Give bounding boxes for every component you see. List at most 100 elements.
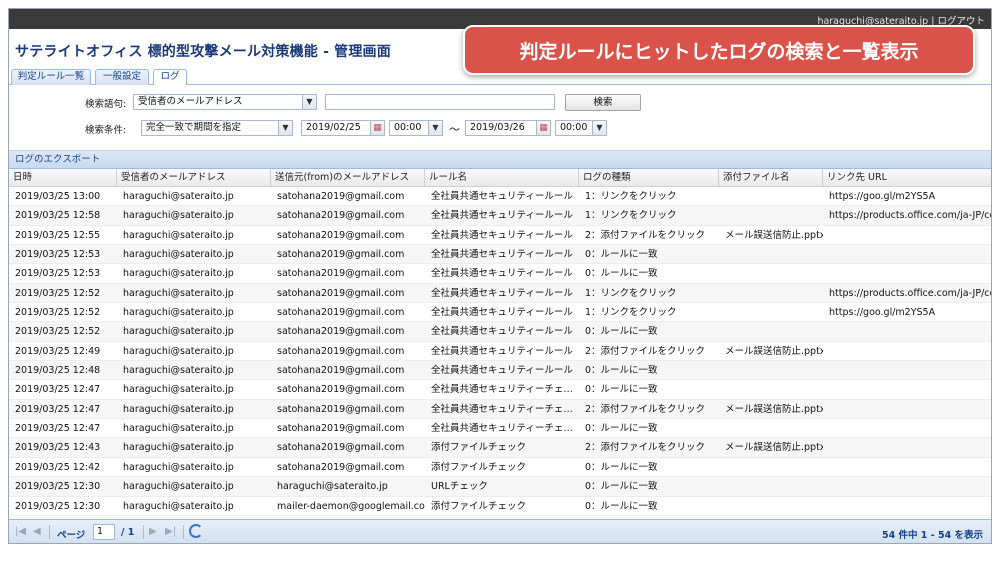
chevron-down-icon[interactable]: ▼ <box>592 121 606 135</box>
table-cell: 全社員共通セキュリティールール <box>431 307 573 319</box>
table-cell: satohana2019@gmail.com <box>277 210 405 222</box>
table-row[interactable]: 2019/03/25 12:58 haraguchi@sateraito.jp sa… <box>9 206 991 226</box>
table-cell: 全社員共通セキュリティールール <box>431 229 573 241</box>
pagination-info: 54 件中 1 - 54 を表示 <box>881 530 983 541</box>
table-cell: haraguchi@sateraito.jp <box>277 481 388 493</box>
table-cell: メール誤送信防止.pptx <box>725 229 823 241</box>
table-cell: 2019/03/25 12:53 <box>15 249 101 261</box>
table-cell <box>823 400 991 419</box>
calendar-icon[interactable]: ▦ <box>536 121 550 135</box>
table-cell: 全社員共通セキュリティーチェ… <box>431 423 573 435</box>
divider <box>183 525 184 539</box>
tab-log[interactable]: ログ <box>153 69 187 86</box>
table-cell: 2019/03/25 12:49 <box>15 345 101 357</box>
search-button[interactable]: 検索 <box>565 94 641 111</box>
table-cell: satohana2019@gmail.com <box>277 191 405 202</box>
table-cell: haraguchi@sateraito.jp <box>123 268 234 280</box>
next-page-icon[interactable]: ▶ <box>149 526 157 537</box>
table-cell: 2019/03/25 12:52 <box>15 287 101 299</box>
column-header[interactable]: ログの種類 <box>579 169 719 187</box>
time-to-value: 00:00 <box>560 122 588 133</box>
tab-general-settings[interactable]: 一般設定 <box>95 69 149 85</box>
table-cell <box>719 380 823 399</box>
table-row[interactable]: 2019/03/25 12:52 haraguchi@sateraito.jp sa… <box>9 322 991 342</box>
chevron-down-icon[interactable]: ▼ <box>278 121 292 135</box>
refresh-icon[interactable] <box>189 524 203 538</box>
table-row[interactable]: 2019/03/25 13:00 haraguchi@sateraito.jp sa… <box>9 187 991 207</box>
column-header[interactable]: リンク先 URL <box>823 169 991 187</box>
column-header[interactable]: 送信元(from)のメールアドレス <box>271 169 425 187</box>
callout-banner: 判定ルールにヒットしたログの検索と一覧表示 <box>463 25 975 75</box>
calendar-icon[interactable]: ▦ <box>370 121 384 135</box>
column-header[interactable]: 受信者のメールアドレス <box>117 169 271 187</box>
table-cell: mailer-daemon@googlemail.com <box>277 500 425 512</box>
table-cell: haraguchi@sateraito.jp <box>123 365 234 377</box>
time-to-select[interactable]: 00:00 ▼ <box>555 120 607 136</box>
time-from-select[interactable]: 00:00 ▼ <box>389 120 443 136</box>
column-header[interactable]: ルール名 <box>425 169 579 187</box>
table-cell <box>823 361 991 380</box>
table-cell: satohana2019@gmail.com <box>277 268 405 280</box>
table-row[interactable]: 2019/03/25 12:47 haraguchi@sateraito.jp sa… <box>9 380 991 400</box>
tab-rule-list[interactable]: 判定ルール一覧 <box>11 69 91 85</box>
condition-select[interactable]: 完全一致で期間を指定 ▼ <box>141 120 293 136</box>
table-cell: URLチェック <box>431 481 488 493</box>
page-number-input[interactable]: 1 <box>93 524 115 540</box>
column-header[interactable]: 日時 <box>9 169 117 187</box>
table-cell: satohana2019@gmail.com <box>277 365 405 377</box>
table-cell: 2：添付ファイルをクリック <box>585 345 706 357</box>
table-row[interactable]: 2019/03/25 12:43 haraguchi@sateraito.jp sa… <box>9 438 991 458</box>
table-cell <box>719 361 823 380</box>
table-row[interactable]: 2019/03/25 12:52 haraguchi@sateraito.jp sa… <box>9 303 991 323</box>
chevron-down-icon[interactable]: ▼ <box>428 121 442 135</box>
log-grid: 日時 受信者のメールアドレス 送信元(from)のメールアドレス ルール名 ログ… <box>9 169 991 519</box>
table-row[interactable]: 2019/03/25 12:55 haraguchi@sateraito.jp sa… <box>9 226 991 246</box>
table-row[interactable]: 2019/03/25 12:47 haraguchi@sateraito.jp sa… <box>9 399 991 420</box>
keyword-input[interactable] <box>325 94 555 110</box>
table-cell <box>719 497 823 516</box>
table-row[interactable]: 2019/03/25 12:49 haraguchi@sateraito.jp sa… <box>9 342 991 362</box>
column-header[interactable]: 添付ファイル名 <box>719 169 823 187</box>
table-cell: haraguchi@sateraito.jp <box>123 191 234 202</box>
table-cell <box>719 187 823 206</box>
table-row[interactable]: 2019/03/25 12:53 haraguchi@sateraito.jp sa… <box>9 264 991 284</box>
first-page-icon[interactable]: |◀ <box>15 526 26 537</box>
search-field-select[interactable]: 受信者のメールアドレス ▼ <box>133 94 317 110</box>
table-cell: haraguchi@sateraito.jp <box>123 442 234 454</box>
table-row[interactable]: 2019/03/25 12:48 haraguchi@sateraito.jp sa… <box>9 361 991 381</box>
table-cell: satohana2019@gmail.com <box>277 287 405 299</box>
table-cell: 0：ルールに一致 <box>585 326 658 338</box>
table-row[interactable]: 2019/03/25 12:42 haraguchi@sateraito.jp sa… <box>9 458 991 478</box>
table-cell: 全社員共通セキュリティーチェ… <box>431 403 573 415</box>
table-row[interactable]: 2019/03/25 12:53 haraguchi@sateraito.jp sa… <box>9 245 991 265</box>
table-cell <box>719 303 823 322</box>
date-from-field[interactable]: 2019/02/25 ▦ <box>301 120 385 136</box>
table-cell: haraguchi@sateraito.jp <box>123 384 234 396</box>
export-label[interactable]: ログのエクスポート <box>15 154 100 165</box>
table-cell <box>719 322 823 341</box>
table-row[interactable]: 2019/03/25 12:30 haraguchi@sateraito.jp ha… <box>9 477 991 497</box>
table-cell: satohana2019@gmail.com <box>277 345 405 357</box>
table-cell: 全社員共通セキュリティールール <box>431 345 573 357</box>
table-cell <box>823 264 991 283</box>
table-cell: https://goo.gl/m2YS5A <box>829 191 936 202</box>
table-cell: satohana2019@gmail.com <box>277 461 405 473</box>
table-cell: haraguchi@sateraito.jp <box>123 423 234 435</box>
last-page-icon[interactable]: ▶| <box>165 526 176 537</box>
table-cell: 全社員共通セキュリティーチェ… <box>431 384 573 396</box>
table-row[interactable]: 2019/03/25 12:47 haraguchi@sateraito.jp sa… <box>9 419 991 439</box>
table-row[interactable]: 2019/03/25 12:52 haraguchi@sateraito.jp sa… <box>9 283 991 304</box>
table-cell <box>823 342 991 361</box>
table-cell: https://products.office.com/ja-JP/compar… <box>829 287 991 299</box>
divider <box>49 525 50 539</box>
table-cell <box>719 264 823 283</box>
export-header[interactable]: ログのエクスポート <box>9 151 991 169</box>
prev-page-icon[interactable]: ◀ <box>33 526 41 537</box>
date-to-field[interactable]: 2019/03/26 ▦ <box>465 120 551 136</box>
pagination-bar: |◀ ◀ ページ 1 / 1 ▶ ▶| 54 件中 1 - 54 を表示 <box>9 519 991 543</box>
table-cell: 2：添付ファイルをクリック <box>585 403 706 415</box>
chevron-down-icon[interactable]: ▼ <box>302 95 316 109</box>
table-cell: 2019/03/25 13:00 <box>15 191 101 202</box>
table-cell: 2019/03/25 12:47 <box>15 384 101 396</box>
table-row[interactable]: 2019/03/25 12:30 haraguchi@sateraito.jp ma… <box>9 497 991 516</box>
